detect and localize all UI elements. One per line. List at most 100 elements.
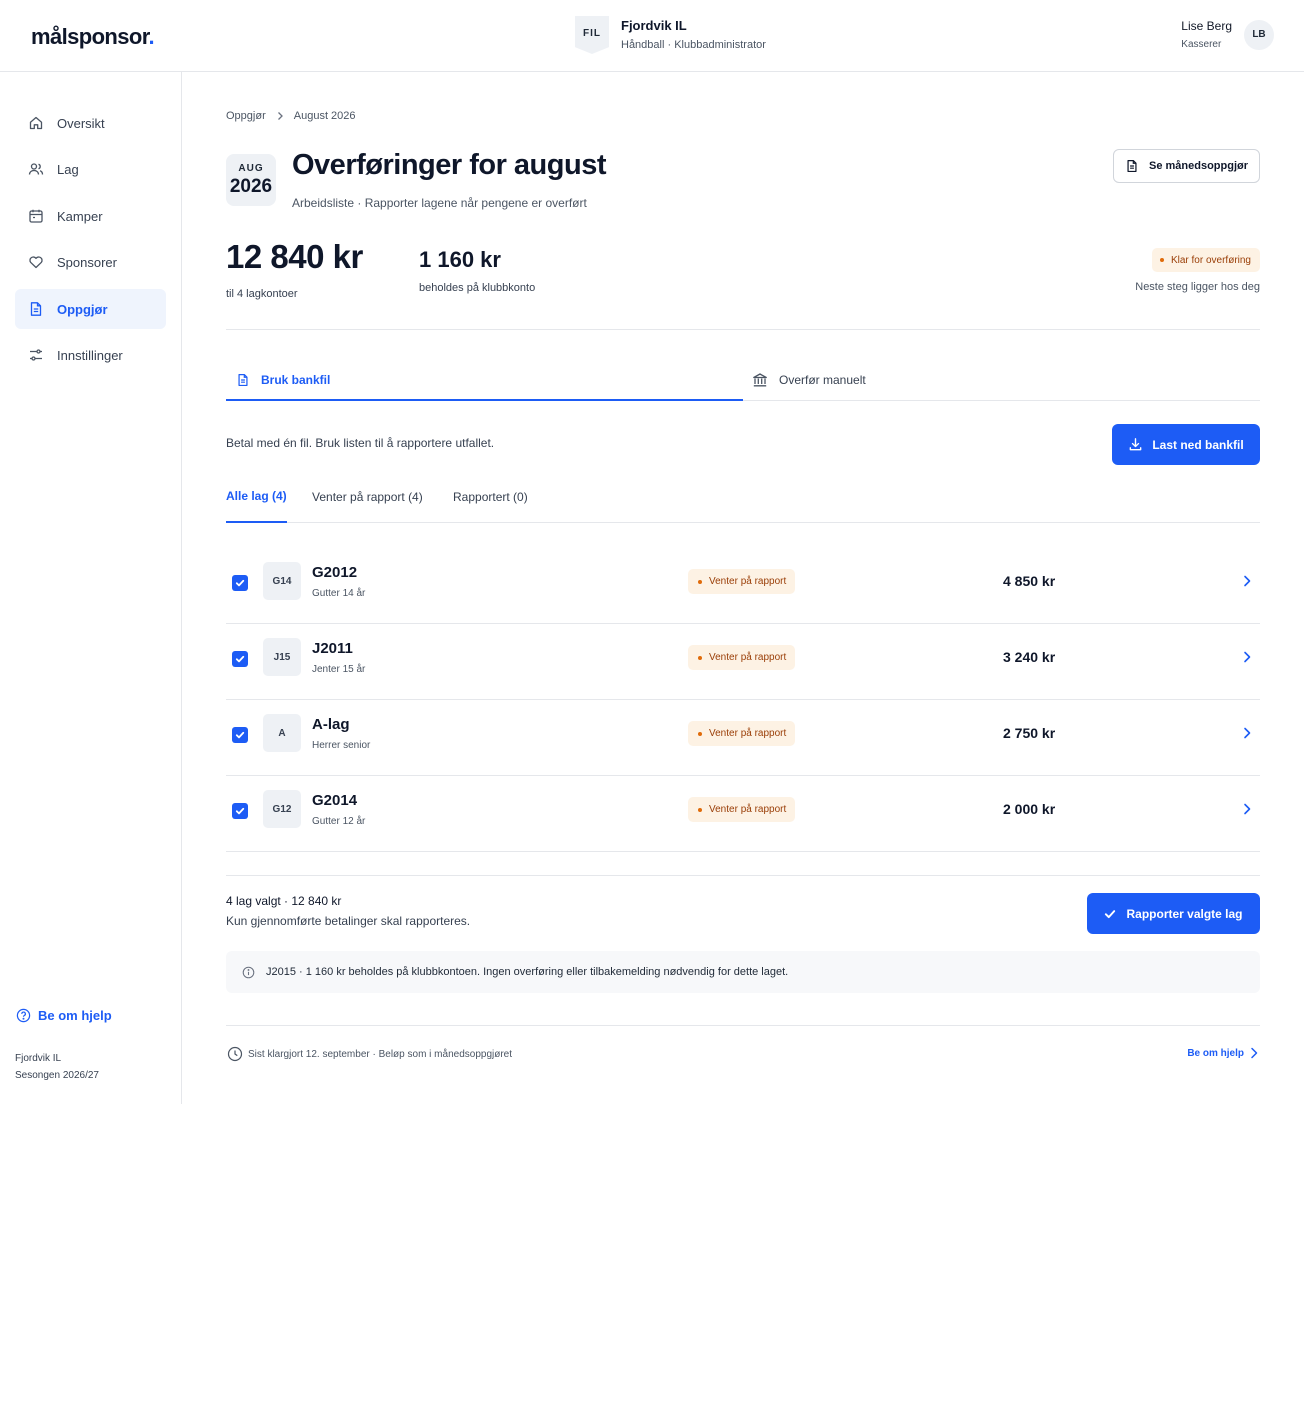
sidebar-item-kamper[interactable]: Kamper bbox=[15, 196, 166, 236]
total-amount-label: til 4 lagkontoer bbox=[226, 288, 298, 300]
tab-bankfile[interactable]: Bruk bankfil bbox=[226, 360, 743, 401]
team-filter-tabs: Alle lag (4) Venter på rapport (4) Rappo… bbox=[226, 481, 1260, 523]
team-name: J2011 bbox=[312, 640, 353, 657]
chevron-right-icon bbox=[1251, 1047, 1258, 1059]
table-row[interactable]: G14 G2012 Gutter 14 år Venter på rapport… bbox=[226, 548, 1260, 624]
user-role: Kasserer bbox=[1181, 39, 1222, 50]
breadcrumb-parent[interactable]: Oppgjør bbox=[226, 110, 266, 122]
table-row[interactable]: A A-lag Herrer senior Venter på rapport … bbox=[226, 700, 1260, 776]
document-icon bbox=[1127, 159, 1137, 173]
status-badge: Venter på rapport bbox=[688, 645, 796, 670]
breadcrumb-current: August 2026 bbox=[293, 110, 356, 122]
row-checkbox[interactable] bbox=[232, 651, 248, 667]
check-icon bbox=[235, 807, 245, 815]
held-amount-label: beholdes på klubbkonto bbox=[419, 282, 536, 294]
filter-all-teams[interactable]: Alle lag (4) bbox=[226, 481, 287, 523]
status-badge: Venter på rapport bbox=[688, 797, 796, 822]
help-circle-icon bbox=[16, 1008, 31, 1023]
team-amount: 2 750 kr bbox=[1003, 725, 1056, 741]
clock-icon bbox=[227, 1046, 243, 1062]
user-menu[interactable]: Lise Berg Kasserer LB bbox=[1181, 19, 1274, 50]
filter-reported[interactable]: Rapportert (0) bbox=[453, 481, 528, 522]
check-icon bbox=[235, 655, 245, 663]
users-icon bbox=[28, 161, 44, 177]
team-amount: 4 850 kr bbox=[1003, 573, 1056, 589]
sidebar-item-label: Kamper bbox=[57, 208, 103, 224]
sidebar-item-innstillinger[interactable]: Innstillinger bbox=[15, 335, 166, 375]
chevron-right-icon[interactable] bbox=[1242, 726, 1252, 740]
last-prepared-meta: Sist klargjort 12. september · Beløp som… bbox=[227, 1046, 512, 1062]
row-checkbox[interactable] bbox=[232, 803, 248, 819]
sidebar-item-label: Oppgjør bbox=[57, 301, 108, 317]
team-badge: A bbox=[263, 714, 301, 752]
total-amount: 12 840 kr bbox=[226, 238, 363, 275]
page-subtitle: Arbeidsliste · Rapporter lagene når peng… bbox=[292, 196, 587, 210]
bankfile-description: Betal med én fil. Bruk listen til å rapp… bbox=[226, 436, 495, 450]
sidebar-item-oppgjor[interactable]: Oppgjør bbox=[15, 289, 166, 329]
page-title: Overføringer for august bbox=[292, 149, 607, 181]
bank-icon bbox=[753, 373, 767, 387]
heart-icon bbox=[28, 254, 44, 270]
team-badge: G12 bbox=[263, 790, 301, 828]
club-shield-icon: FIL bbox=[575, 16, 609, 54]
chevron-right-icon bbox=[276, 111, 284, 121]
club-subtitle: Håndball · Klubbadministrator bbox=[621, 39, 766, 51]
avatar[interactable]: LB bbox=[1244, 19, 1274, 50]
user-name: Lise Berg bbox=[1181, 19, 1232, 33]
team-name: G2014 bbox=[312, 792, 358, 809]
team-badge: J15 bbox=[263, 638, 301, 676]
team-amount: 2 000 kr bbox=[1003, 801, 1056, 817]
row-checkbox[interactable] bbox=[232, 575, 248, 591]
tab-manual-transfer[interactable]: Overfør manuelt bbox=[752, 360, 866, 400]
check-icon bbox=[235, 731, 245, 739]
calendar-icon bbox=[28, 208, 44, 224]
table-row[interactable]: G12 G2014 Gutter 12 år Venter på rapport… bbox=[226, 776, 1260, 852]
sidebar-item-sponsorer[interactable]: Sponsorer bbox=[15, 242, 166, 282]
check-icon bbox=[1105, 909, 1116, 918]
club-name: Fjordvik IL bbox=[621, 18, 687, 33]
status-badge: Venter på rapport bbox=[688, 569, 796, 594]
sidebar-item-label: Sponsorer bbox=[57, 254, 117, 270]
month-calendar-badge: AUG 2026 bbox=[226, 154, 276, 206]
team-subtitle: Herrer senior bbox=[312, 740, 371, 751]
sidebar-item-lag[interactable]: Lag bbox=[15, 149, 166, 189]
row-checkbox[interactable] bbox=[232, 727, 248, 743]
footer-help-link[interactable]: Be om hjelp bbox=[1187, 1047, 1258, 1059]
status-next-step: Neste steg ligger hos deg bbox=[1135, 281, 1260, 293]
sidebar-item-oversikt[interactable]: Oversikt bbox=[15, 103, 166, 143]
top-header: målsponsor. FIL Fjordvik IL Håndball · K… bbox=[0, 0, 1304, 72]
download-bankfile-button[interactable]: Last ned bankfil bbox=[1112, 424, 1260, 465]
divider bbox=[226, 1025, 1260, 1026]
divider bbox=[226, 875, 1260, 876]
sidebar-item-label: Oversikt bbox=[57, 115, 105, 131]
report-selected-teams-button[interactable]: Rapporter valgte lag bbox=[1087, 893, 1260, 934]
app-logo[interactable]: målsponsor. bbox=[31, 24, 155, 50]
chevron-right-icon[interactable] bbox=[1242, 650, 1252, 664]
held-amount: 1 160 kr bbox=[419, 247, 501, 272]
breadcrumb: Oppgjør August 2026 bbox=[226, 110, 356, 122]
selection-note: Kun gjennomførte betalinger skal rapport… bbox=[226, 914, 471, 928]
team-amount: 3 240 kr bbox=[1003, 649, 1056, 665]
team-name: G2012 bbox=[312, 564, 358, 581]
chevron-right-icon[interactable] bbox=[1242, 802, 1252, 816]
selection-summary: 4 lag valgt · 12 840 kr bbox=[226, 894, 342, 908]
sidebar-item-label: Innstillinger bbox=[57, 347, 123, 363]
sliders-icon bbox=[28, 347, 44, 363]
sidebar-help-link[interactable]: Be om hjelp bbox=[16, 1008, 112, 1023]
filter-pending-report[interactable]: Venter på rapport (4) bbox=[312, 481, 423, 522]
view-monthly-settlement-button[interactable]: Se månedsoppgjør bbox=[1113, 149, 1260, 183]
team-subtitle: Gutter 14 år bbox=[312, 588, 366, 599]
table-row[interactable]: J15 J2011 Jenter 15 år Venter på rapport… bbox=[226, 624, 1260, 700]
payment-method-tabs: Bruk bankfil Overfør manuelt bbox=[226, 360, 1260, 401]
team-subtitle: Jenter 15 år bbox=[312, 664, 366, 675]
sidebar-item-label: Lag bbox=[57, 161, 79, 177]
status-badge: Venter på rapport bbox=[688, 721, 796, 746]
divider bbox=[226, 329, 1260, 330]
team-badge: G14 bbox=[263, 562, 301, 600]
download-icon bbox=[1129, 438, 1142, 451]
chevron-right-icon[interactable] bbox=[1242, 574, 1252, 588]
sidebar: Oversikt Lag Kamper Sponsorer Oppgjør In… bbox=[0, 72, 182, 1104]
document-icon bbox=[238, 373, 248, 386]
club-switcher[interactable]: FIL Fjordvik IL Håndball · Klubbadminist… bbox=[575, 16, 766, 54]
team-name: A-lag bbox=[312, 716, 350, 733]
